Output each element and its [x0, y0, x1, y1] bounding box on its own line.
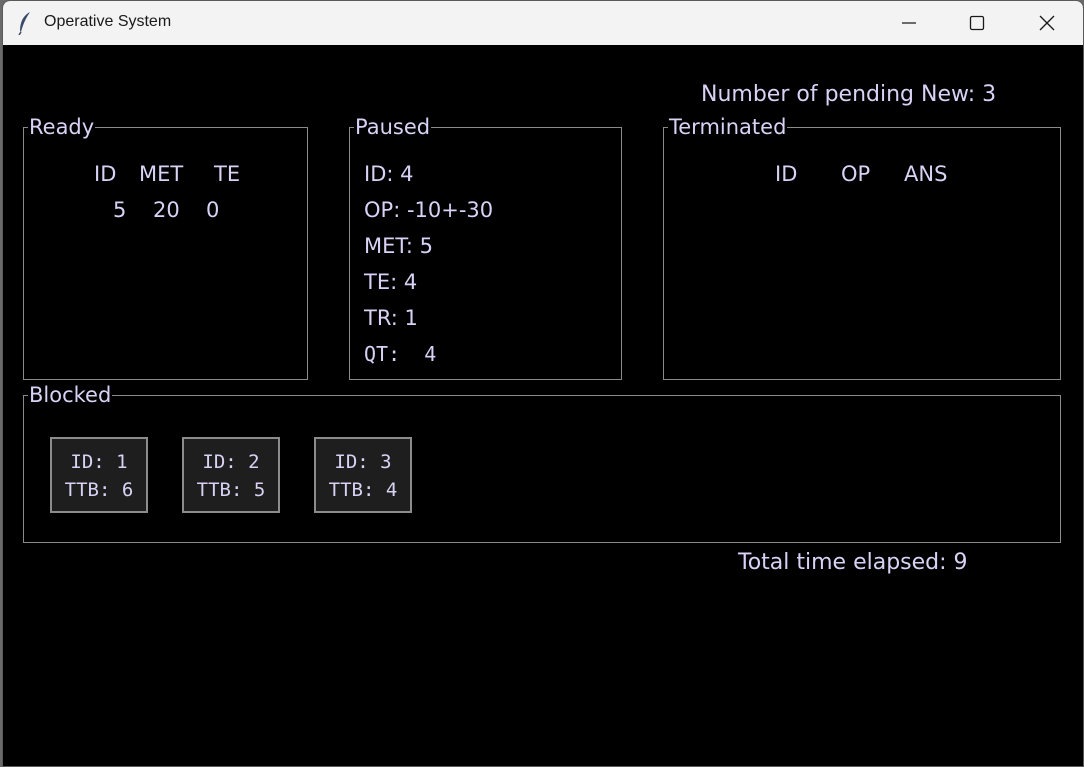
window-title: Operative System: [44, 13, 172, 30]
blocked-card-id: ID: 1: [70, 451, 128, 473]
app-window: Operative System Number of pending New: …: [2, 0, 1084, 767]
maximize-icon: [969, 15, 985, 31]
ready-header-te: TE: [214, 162, 241, 186]
paused-tr: TR: 1: [364, 306, 418, 330]
blocked-process-card: ID: 2 TTB: 5: [182, 437, 280, 513]
blocked-process-card: ID: 1 TTB: 6: [50, 437, 148, 513]
ready-label: Ready: [28, 115, 96, 139]
terminated-header-ans: ANS: [904, 162, 948, 186]
paused-frame: Paused ID: 4 OP: -10+-30 MET: 5 TE: 4 TR…: [349, 116, 622, 380]
ready-header-met: MET: [139, 162, 184, 186]
blocked-card-ttb: TTB: 5: [196, 479, 266, 501]
maximize-button[interactable]: [943, 1, 1011, 45]
client-area: Number of pending New: 3 Ready ID MET TE…: [3, 45, 1083, 766]
ready-row-te: 0: [206, 198, 220, 222]
paused-qt: QT: 4: [364, 342, 437, 366]
close-button[interactable]: [1013, 1, 1081, 45]
minimize-icon: [902, 22, 916, 24]
blocked-card-id: ID: 2: [202, 451, 260, 473]
blocked-frame: Blocked: [23, 384, 1061, 543]
minimize-button[interactable]: [875, 1, 943, 45]
paused-te: TE: 4: [364, 270, 418, 294]
paused-op: OP: -10+-30: [364, 198, 494, 222]
feather-icon: [18, 12, 30, 35]
terminated-header-op: OP: [841, 162, 871, 186]
paused-label: Paused: [354, 115, 432, 139]
total-time-elapsed: Total time elapsed: 9: [738, 550, 968, 575]
blocked-process-card: ID: 3 TTB: 4: [314, 437, 412, 513]
blocked-card-ttb: TTB: 4: [328, 479, 398, 501]
blocked-label: Blocked: [28, 383, 113, 407]
ready-header-id: ID: [94, 162, 117, 186]
blocked-card-id: ID: 3: [334, 451, 392, 473]
terminated-label: Terminated: [668, 115, 788, 139]
paused-id: ID: 4: [364, 162, 414, 186]
close-icon: [1039, 15, 1055, 31]
paused-met: MET: 5: [364, 234, 434, 258]
pending-new-count: Number of pending New: 3: [701, 82, 997, 107]
title-bar[interactable]: Operative System: [3, 1, 1083, 45]
terminated-header-id: ID: [775, 162, 798, 186]
ready-row-id: 5: [113, 198, 127, 222]
blocked-card-ttb: TTB: 6: [64, 479, 134, 501]
ready-row-met: 20: [153, 198, 180, 222]
terminated-frame: Terminated ID OP ANS: [663, 116, 1061, 380]
ready-frame: Ready ID MET TE 5 20 0: [23, 116, 308, 380]
